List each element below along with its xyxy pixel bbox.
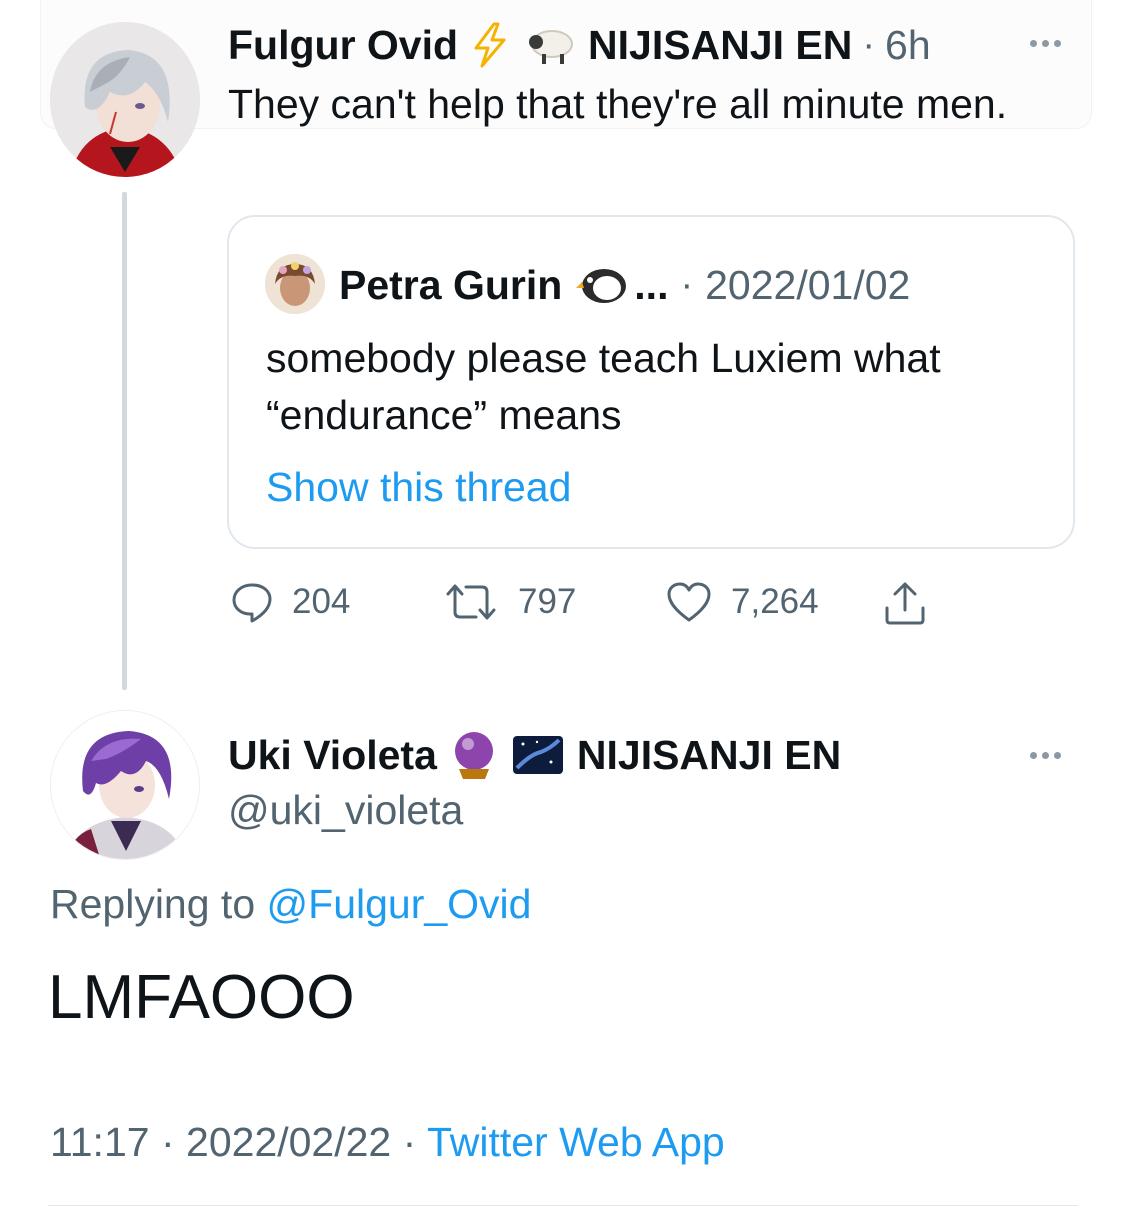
reply-header: Uki Violeta NIJISANJI EN (228, 727, 841, 783)
replying-to-handle[interactable]: @Fulgur_Ovid (267, 881, 532, 927)
separator-dot: · (862, 23, 876, 66)
quoted-author-name: Petra Gurin (339, 261, 563, 308)
retweet-button[interactable]: 797 (442, 580, 576, 624)
reply-more-options-icon[interactable] (1030, 752, 1061, 759)
sheep-icon (522, 22, 578, 68)
quoted-name-ellipsis: ... (634, 261, 669, 308)
quoted-date: 2022/01/02 (705, 261, 911, 308)
tweet-text: They can't help that they're all minute … (228, 81, 1008, 127)
reply-icon (230, 580, 274, 624)
tweet-header: Fulgur Ovid NIJISANJI EN · 6h (228, 18, 931, 72)
reply-button[interactable]: 204 (230, 580, 350, 624)
retweet-icon (442, 580, 500, 624)
reply-count: 204 (292, 582, 351, 621)
timestamp-separator-2: · (402, 1119, 417, 1165)
lightning-icon (468, 22, 512, 68)
tweet-time[interactable]: 6h (885, 22, 931, 69)
more-options-icon[interactable] (1030, 40, 1061, 47)
reply-handle[interactable]: @uki_violeta (228, 785, 463, 835)
source-app-link[interactable]: Twitter Web App (427, 1119, 725, 1165)
heart-icon (665, 580, 713, 624)
like-count: 7,264 (731, 582, 819, 621)
share-icon[interactable] (880, 578, 930, 628)
author-name[interactable]: Fulgur Ovid (228, 22, 458, 69)
retweet-count: 797 (518, 582, 577, 621)
replying-to-prefix: Replying to (50, 881, 256, 927)
quote-separator: · (680, 263, 694, 306)
quote-header: Petra Gurin ... · 2022/01/02 (339, 258, 910, 312)
thread-connector-line (122, 192, 127, 690)
reply-text: LMFAOOO (48, 963, 355, 1032)
reply-affiliation-label: NIJISANJI EN (576, 731, 842, 778)
penguin-icon (574, 262, 628, 308)
quoted-tweet-text: somebody please teach Luxiem what “endur… (266, 335, 941, 438)
avatar-fulgur[interactable] (50, 22, 200, 177)
crystal-ball-icon (449, 729, 499, 781)
reply-author-name[interactable]: Uki Violeta (228, 732, 437, 779)
replying-to-line: Replying to @Fulgur_Ovid (50, 877, 531, 931)
avatar-uki[interactable] (50, 710, 200, 860)
reply-date[interactable]: 2022/02/22 (186, 1119, 391, 1165)
timestamp-separator-1: · (160, 1119, 175, 1165)
night-sky-icon (511, 732, 565, 778)
like-button[interactable]: 7,264 (665, 580, 819, 624)
reply-time[interactable]: 11:17 (50, 1119, 150, 1165)
bottom-divider (48, 1205, 1078, 1206)
show-thread-link[interactable]: Show this thread (266, 460, 571, 514)
avatar-petra (265, 254, 325, 314)
tweet-timestamp-line: 11:17 · 2022/02/22 · Twitter Web App (50, 1115, 725, 1169)
affiliation-label: NIJISANJI EN (588, 21, 853, 68)
